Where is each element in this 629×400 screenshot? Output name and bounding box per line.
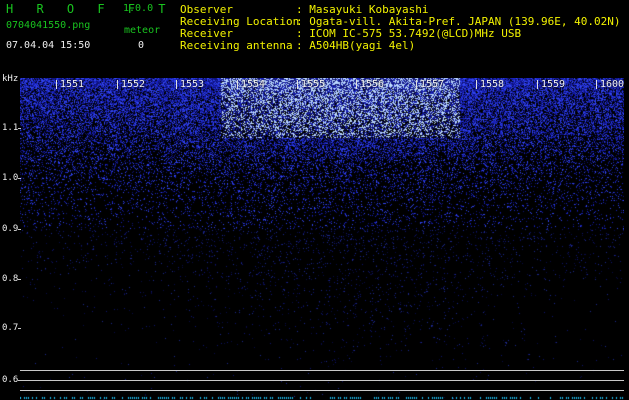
y-tick-label: 0.7 — [2, 323, 19, 333]
guide-line — [20, 370, 624, 371]
x-tick-label: 1600 — [600, 79, 625, 90]
x-tick-mark — [117, 80, 118, 89]
guide-line — [20, 380, 624, 381]
y-axis-unit: kHz — [2, 74, 19, 84]
y-tick-mark — [18, 328, 21, 329]
x-tick-mark — [237, 80, 238, 89]
x-tick-label: 1554 — [241, 79, 266, 90]
x-tick-mark — [476, 80, 477, 89]
antenna-label: Receiving antenna — [180, 39, 293, 52]
spectrogram-canvas — [20, 78, 624, 400]
meteor-label: meteor — [124, 25, 161, 36]
y-tick-mark — [18, 380, 21, 381]
observer-label: Observer — [180, 3, 233, 16]
y-tick-mark — [18, 178, 21, 179]
y-tick-label: 0.8 — [2, 274, 19, 284]
x-tick-mark — [297, 80, 298, 89]
y-tick-label: 0.6 — [2, 375, 19, 385]
file-name: 0704041550.png — [6, 20, 91, 31]
y-tick-label: 0.9 — [2, 224, 19, 234]
y-tick-label: 1.1 — [2, 123, 19, 133]
y-tick-mark — [18, 229, 21, 230]
location-label: Receiving Location — [180, 15, 300, 28]
receiver-label: Receiver — [180, 27, 233, 40]
observer-value: : Masayuki Kobayashi — [296, 3, 429, 16]
x-tick-mark — [596, 80, 597, 89]
receiver-value: : ICOM IC-575 53.7492(@LCD)MHz USB — [296, 27, 522, 40]
y-tick-mark — [18, 279, 21, 280]
x-tick-mark — [56, 80, 57, 89]
x-tick-mark — [176, 80, 177, 89]
x-tick-mark — [416, 80, 417, 89]
hroff-window: H R O F F T 1.0.0 0704041550.png meteor … — [0, 0, 629, 400]
x-tick-label: 1558 — [480, 79, 505, 90]
x-tick-label: 1551 — [60, 79, 85, 90]
x-tick-mark — [356, 80, 357, 89]
x-tick-label: 1557 — [420, 79, 445, 90]
guide-line — [20, 390, 624, 391]
x-tick-label: 1555 — [301, 79, 326, 90]
x-tick-label: 1553 — [180, 79, 205, 90]
x-tick-label: 1556 — [360, 79, 385, 90]
x-tick-label: 1559 — [541, 79, 566, 90]
meteor-count: 0 — [138, 40, 145, 51]
x-tick-mark — [537, 80, 538, 89]
location-value: : Ogata-vill. Akita-Pref. JAPAN (139.96E… — [296, 15, 621, 28]
y-tick-mark — [18, 128, 21, 129]
y-tick-label: 1.0 — [2, 173, 19, 183]
app-version: 1.0.0 — [123, 3, 154, 14]
file-datetime: 07.04.04 15:50 — [6, 40, 91, 51]
x-tick-label: 1552 — [121, 79, 146, 90]
antenna-value: : A504HB(yagi 4el) — [296, 39, 416, 52]
